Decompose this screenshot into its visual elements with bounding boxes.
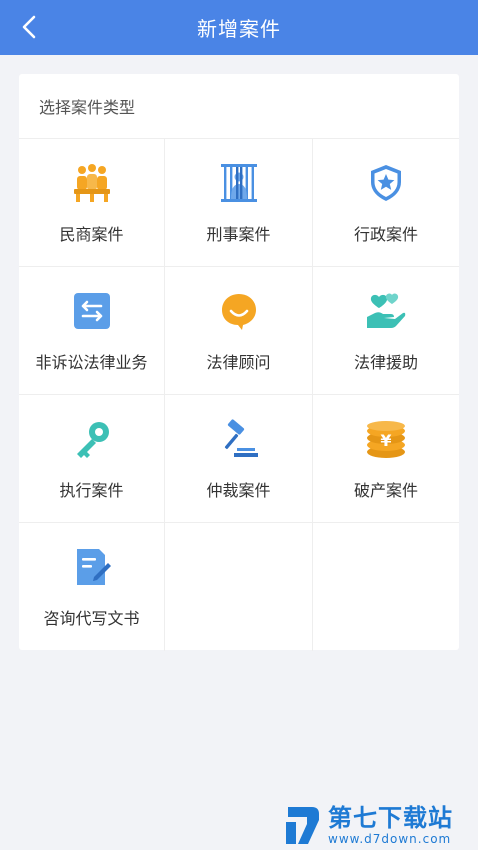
case-type-card: 选择案件类型 民商案件 刑事案件 行政案件 非诉讼法律业务 法律顾问 法律援助 …	[19, 74, 459, 651]
watermark: 第七下载站 www.d7down.com	[282, 800, 474, 850]
heart-hand-icon	[364, 289, 408, 333]
case-type-grid: 民商案件 刑事案件 行政案件 非诉讼法律业务 法律顾问 法律援助 执行案件 仲裁…	[19, 139, 459, 651]
page-title: 新增案件	[197, 17, 281, 41]
watermark-logo-icon	[286, 807, 319, 844]
watermark-url: www.d7down.com	[328, 832, 452, 846]
case-type-document-drafting[interactable]: 咨询代写文书	[19, 523, 165, 651]
case-type-bankruptcy[interactable]: ¥ 破产案件	[313, 395, 459, 523]
case-type-label: 法律援助	[353, 353, 418, 372]
people-group-icon	[70, 161, 114, 205]
key-icon	[70, 417, 114, 461]
case-type-label: 破产案件	[353, 481, 418, 500]
case-type-label: 执行案件	[59, 481, 124, 500]
document-edit-icon	[70, 545, 114, 589]
coin-stack-icon: ¥	[364, 417, 408, 461]
case-type-label: 行政案件	[353, 225, 418, 244]
case-type-arbitration[interactable]: 仲裁案件	[165, 395, 313, 523]
watermark-brand: 第七下载站	[328, 804, 453, 832]
case-type-legal-aid[interactable]: 法律援助	[313, 267, 459, 395]
watermark-text: 第七下载站 www.d7down.com	[328, 804, 453, 846]
case-type-label: 非诉讼法律业务	[35, 353, 148, 372]
case-type-enforcement[interactable]: 执行案件	[19, 395, 165, 523]
case-type-administrative[interactable]: 行政案件	[313, 139, 459, 267]
case-type-civil[interactable]: 民商案件	[19, 139, 165, 267]
back-button[interactable]	[14, 12, 44, 42]
case-type-legal-advisor[interactable]: 法律顾问	[165, 267, 313, 395]
empty-cell	[165, 523, 313, 651]
prison-bars-icon	[217, 161, 261, 205]
case-type-criminal[interactable]: 刑事案件	[165, 139, 313, 267]
case-type-non-litigation[interactable]: 非诉讼法律业务	[19, 267, 165, 395]
exchange-arrows-icon	[70, 289, 114, 333]
case-type-label: 刑事案件	[206, 225, 271, 244]
chevron-left-icon	[22, 15, 36, 39]
svg-text:¥: ¥	[380, 431, 391, 450]
case-type-label: 民商案件	[59, 225, 124, 244]
case-type-label: 咨询代写文书	[43, 609, 140, 628]
top-bar: 新增案件	[0, 0, 478, 55]
smile-chat-icon	[217, 289, 261, 333]
case-type-label: 仲裁案件	[206, 481, 271, 500]
section-title: 选择案件类型	[19, 74, 459, 139]
star-shield-icon	[364, 161, 408, 205]
case-type-label: 法律顾问	[206, 353, 271, 372]
empty-cell	[313, 523, 459, 651]
gavel-icon	[217, 417, 261, 461]
